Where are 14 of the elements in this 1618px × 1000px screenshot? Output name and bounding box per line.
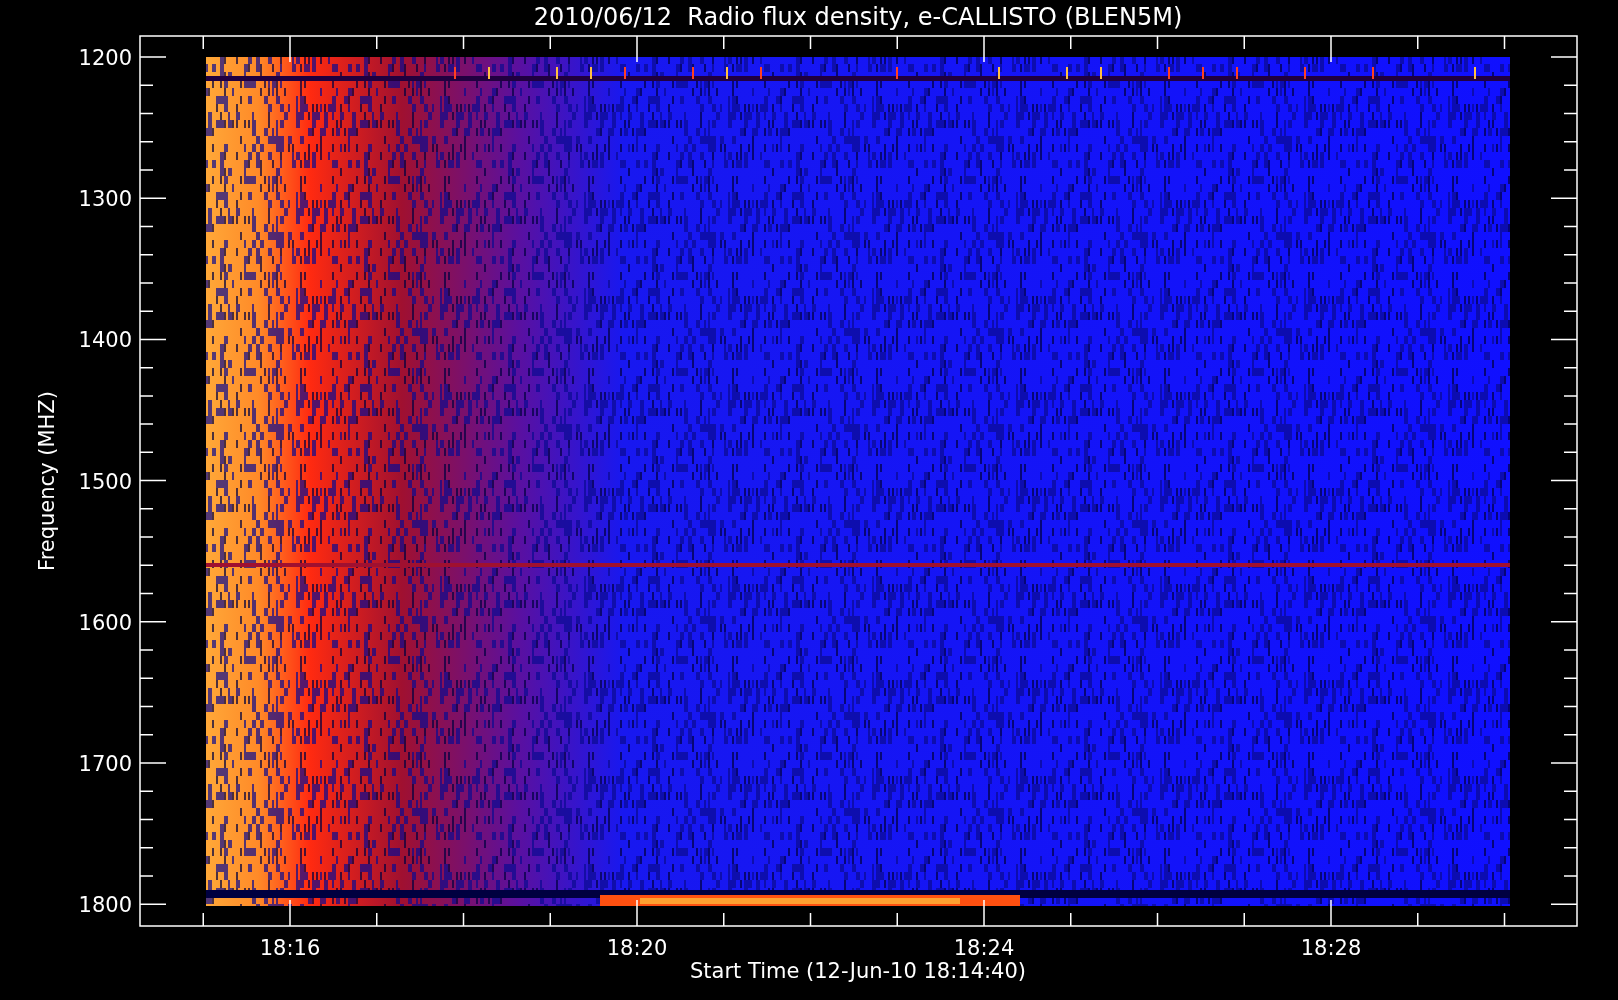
tick-label: 1600: [78, 610, 132, 635]
axis-label: Start Time (12-Jun-10 18:14:40): [690, 959, 1026, 983]
tick-label: 18:28: [1300, 936, 1362, 960]
tick-label: 1700: [78, 752, 132, 776]
tick-label: 1400: [78, 328, 132, 353]
tick-label: 18:24: [953, 936, 1015, 960]
axis-label: Frequency (MHZ): [35, 391, 59, 571]
tick-label: 18:20: [606, 936, 668, 960]
chart-title: 2010/06/12 Radio flux density, e-CALLISTO (BLEN5M): [533, 3, 1183, 31]
tick-label: 1200: [78, 46, 132, 70]
tick-label: 18:16: [259, 936, 321, 960]
tick-label: 1800: [78, 893, 132, 918]
tick-label: 1300: [78, 187, 132, 212]
tick-label: 1500: [78, 469, 132, 494]
